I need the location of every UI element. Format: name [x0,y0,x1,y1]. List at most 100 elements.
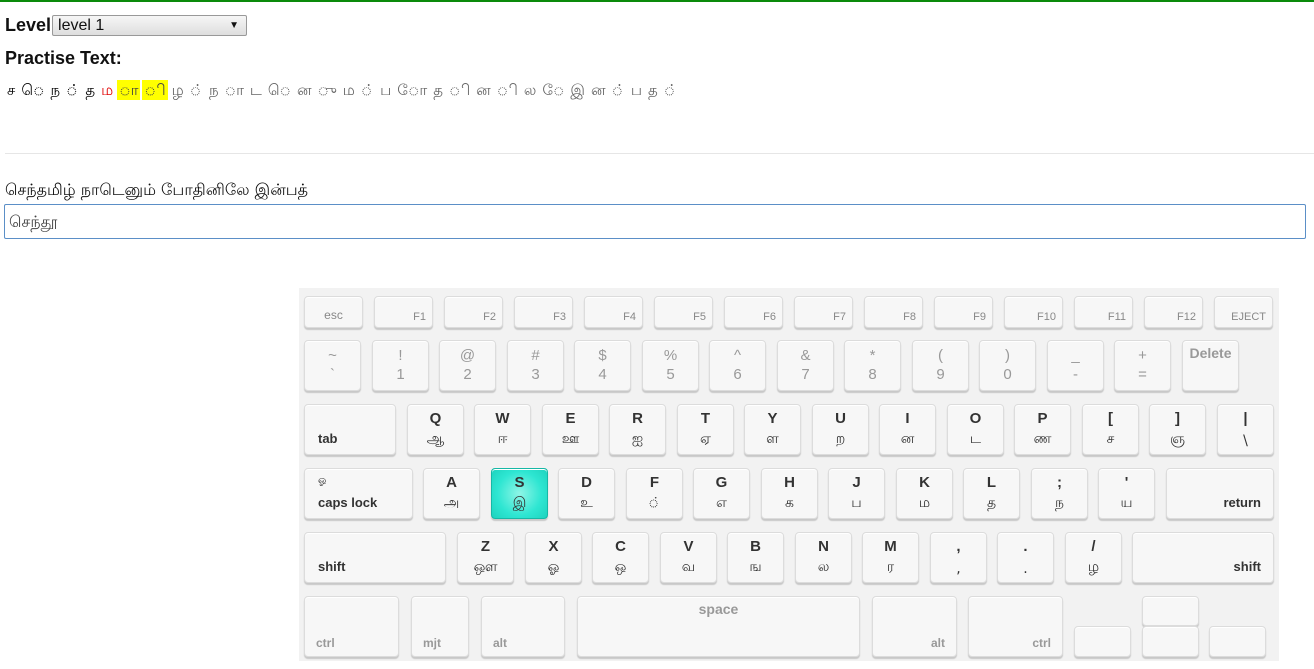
key-Q[interactable]: Qஆ [407,404,464,455]
key-shift-left[interactable]: shift [304,532,446,583]
key-delete[interactable]: Delete [1182,340,1239,391]
key-][interactable]: ] ஞ [1149,404,1206,455]
key-f11[interactable]: F11 [1074,296,1133,328]
key-'[interactable]: ' ய [1098,468,1155,519]
key-4[interactable]: $4 [574,340,631,391]
practise-char: ி [142,80,168,100]
key-9[interactable]: (9 [912,340,969,391]
key-f8[interactable]: F8 [864,296,923,328]
key-V[interactable]: Vவ [660,532,717,583]
level-select[interactable]: level 1 ▼ [52,15,248,36]
key-.[interactable]: .. [997,532,1054,583]
key-f7[interactable]: F7 [794,296,853,328]
key-f12[interactable]: F12 [1144,296,1203,328]
key-D[interactable]: Dஉ [558,468,615,519]
key-[[interactable]: [ச [1082,404,1139,455]
key-f6[interactable]: F6 [724,296,783,328]
key-2[interactable]: @2 [439,340,496,391]
key-label: - [1073,366,1078,383]
key-space[interactable]: space [577,596,860,657]
key-eject[interactable]: EJECT [1214,296,1273,328]
key-F[interactable]: F் [626,468,683,519]
key-A[interactable]: Aஅ [423,468,480,519]
key-6[interactable]: ^ 6 [709,340,766,391]
key-esc[interactable]: esc [304,296,363,328]
practise-char: ் [663,81,678,99]
key-label: Delete [1189,345,1232,361]
key-f10[interactable]: F10 [1004,296,1063,328]
key-,[interactable]: ,, [930,532,987,583]
key-S[interactable]: Sஇ [491,468,548,519]
key-f5[interactable]: F5 [654,296,713,328]
key-label: 6 [733,366,742,383]
key-;[interactable]: ; ந [1031,468,1088,519]
key-tamil: அ [443,495,460,511]
key-8[interactable]: * 8 [844,340,901,391]
key-arrow-left[interactable] [1074,626,1131,657]
key-0[interactable]: ) 0 [979,340,1036,391]
key-tamil: ஈ [497,431,508,447]
key-f1[interactable]: F1 [374,296,433,328]
key-label: 5 [666,366,675,383]
key-shift-right[interactable]: shift [1132,532,1274,583]
key-B[interactable]: Bங [727,532,784,583]
key-Z[interactable]: Zஔ [457,532,514,583]
practise-char: ெ [21,81,45,99]
key-f3[interactable]: F3 [514,296,573,328]
key-7[interactable]: & 7 [777,340,834,391]
key-H[interactable]: Hக [761,468,818,519]
typing-input[interactable]: செந்தூ [4,204,1306,239]
key-J[interactable]: Jப [828,468,885,519]
key-ctrl-left[interactable]: ctrl [304,596,399,657]
key-arrow-down[interactable] [1142,626,1199,657]
key-label: F3 [553,311,566,323]
key-`[interactable]: ~ ` [304,340,361,391]
key-label: return [1223,495,1261,510]
key-label: 9 [936,366,945,383]
key-E[interactable]: Eஊ [542,404,599,455]
key-shift-label: ) [1005,347,1010,364]
key-K[interactable]: Kம [896,468,953,519]
key-shift-label: ~ [328,347,337,364]
key-return[interactable]: return [1166,468,1274,519]
key-|[interactable]: | \ [1217,404,1274,455]
key-label: shift [1233,559,1261,574]
key-caps-lock[interactable]: ஓ caps lock [304,468,413,519]
key-M[interactable]: Mர [862,532,919,583]
key-G[interactable]: Gஎ [693,468,750,519]
key-N[interactable]: Nல [795,532,852,583]
key-label: 0 [1003,366,1012,383]
key-R[interactable]: Rஐ [609,404,666,455]
key-alt-left[interactable]: alt [481,596,565,657]
key-=[interactable]: + = [1114,340,1171,391]
key-shift-label: + [1138,347,1147,364]
practise-char: ் [189,81,203,99]
key-L[interactable]: Lத [963,468,1020,519]
key-mjt[interactable]: mjt [411,596,469,657]
key-arrow-up[interactable] [1142,596,1199,626]
key-P[interactable]: Pண [1014,404,1071,455]
key-label: caps lock [318,495,378,510]
key--[interactable]: _ - [1047,340,1104,391]
key-f9[interactable]: F9 [934,296,993,328]
key-5[interactable]: % 5 [642,340,699,391]
key-tab[interactable]: tab [304,404,396,455]
key-alt-right[interactable]: alt [872,596,957,657]
key-O[interactable]: Oட [947,404,1004,455]
key-3[interactable]: #3 [507,340,564,391]
key-T[interactable]: Tஏ [677,404,734,455]
key-arrow-right[interactable] [1209,626,1266,657]
key-/[interactable]: / ழ [1065,532,1122,583]
key-X[interactable]: Xஓ [525,532,582,583]
key-U[interactable]: Uற [812,404,869,455]
key-f2[interactable]: F2 [444,296,503,328]
key-C[interactable]: Cஒ [592,532,649,583]
key-Y[interactable]: Yள [744,404,801,455]
key-W[interactable]: Wஈ [474,404,531,455]
key-label: F5 [693,311,706,323]
key-I[interactable]: Iன [879,404,936,455]
key-ctrl-right[interactable]: ctrl [968,596,1063,657]
key-f4[interactable]: F4 [584,296,643,328]
key-label: F9 [973,311,986,323]
key-1[interactable]: ! 1 [372,340,429,391]
